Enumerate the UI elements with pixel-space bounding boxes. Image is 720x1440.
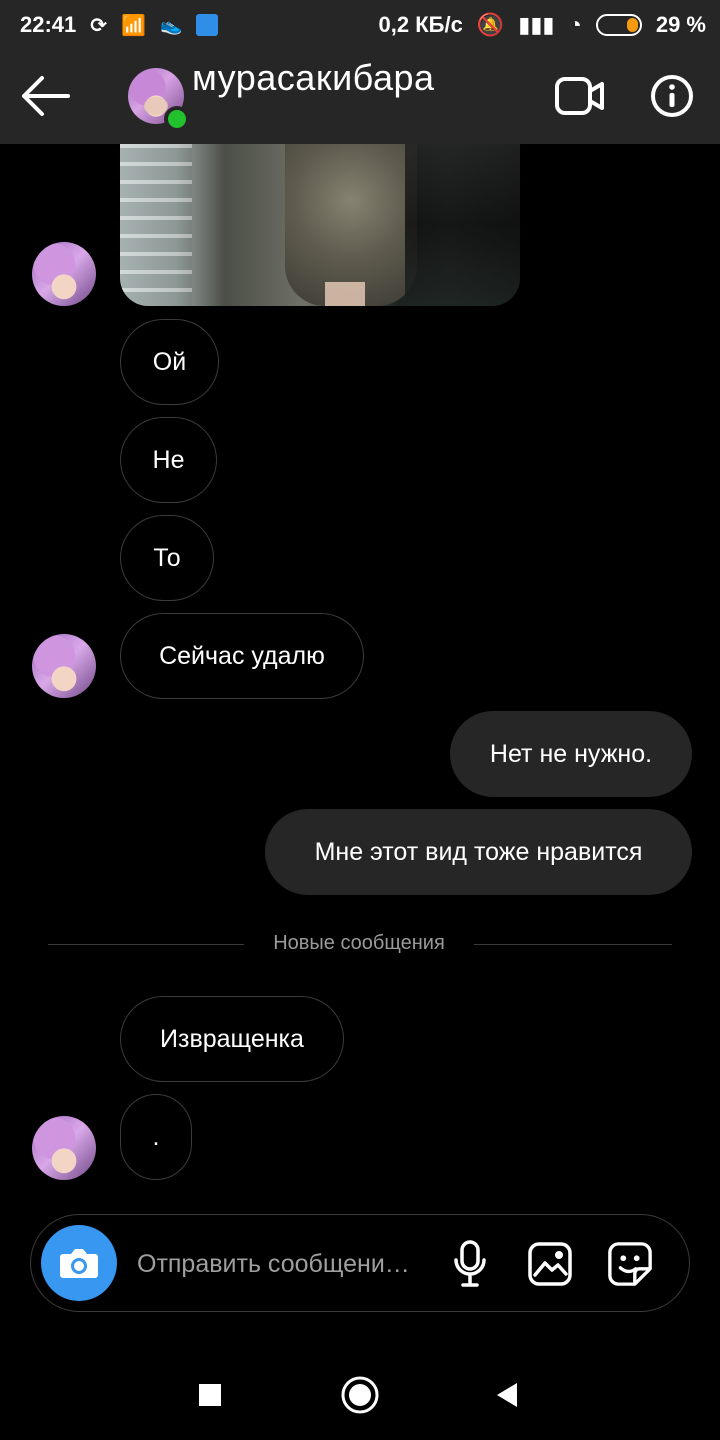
message-text: Ой	[152, 347, 187, 376]
circle-icon	[341, 1376, 379, 1414]
sticker-button[interactable]	[607, 1241, 653, 1287]
message-bubble[interactable]: Мне этот вид тоже нравится	[265, 809, 692, 895]
message-bubble[interactable]: Сейчас удалю	[120, 613, 364, 699]
photo-leg-detail	[325, 282, 365, 306]
shared-photo-message[interactable]	[120, 144, 520, 306]
message-text: Мне этот вид тоже нравится	[314, 837, 643, 866]
chat-username[interactable]: мурасакибара	[192, 57, 435, 99]
battery-percent: 29 %	[655, 12, 706, 37]
message-avatar[interactable]	[32, 1116, 96, 1180]
message-bubble[interactable]: То	[120, 515, 214, 601]
app-icon	[196, 14, 219, 36]
header-avatar[interactable]	[128, 68, 190, 132]
info-icon	[651, 75, 693, 117]
status-time: 22:41	[20, 12, 77, 37]
chat-header: мурасакибара	[0, 50, 720, 144]
microphone-icon	[454, 1240, 486, 1287]
video-camera-icon	[555, 77, 604, 115]
message-bubble[interactable]: .	[120, 1094, 192, 1180]
shoe-icon: 👟	[159, 14, 183, 35]
status-bar-right: 0,2 КБ/с 🔕 ▮▮▮ ◔ 29 %	[379, 12, 706, 38]
message-avatar[interactable]	[32, 242, 96, 306]
home-button[interactable]	[333, 1368, 387, 1422]
message-text: Нет не нужно.	[489, 739, 653, 768]
system-navigation-bar	[0, 1340, 720, 1440]
new-messages-divider-line-left	[48, 944, 244, 945]
back-button[interactable]	[20, 74, 74, 118]
battery-icon	[595, 14, 642, 36]
triangle-back-icon	[497, 1383, 517, 1407]
back-navigation-button[interactable]	[480, 1368, 534, 1422]
mute-bell-icon: 🔕	[476, 12, 505, 37]
voice-message-button[interactable]	[447, 1240, 493, 1287]
signal-bars-icon: ▮▮▮	[518, 12, 555, 37]
message-text: Не	[152, 445, 185, 474]
sync-icon: ⟳	[90, 14, 108, 37]
image-gallery-icon	[528, 1242, 572, 1286]
recent-apps-button[interactable]	[183, 1368, 237, 1422]
status-bar: 22:41 ⟳ 📶 👟 0,2 КБ/с 🔕 ▮▮▮ ◔ 29 %	[0, 0, 720, 50]
message-bubble[interactable]: Извращенка	[120, 996, 344, 1082]
new-messages-divider-line-right	[474, 944, 672, 945]
message-bubble[interactable]: Нет не нужно.	[450, 711, 692, 797]
message-text: Извращенка	[160, 1024, 304, 1053]
network-speed: 0,2 КБ/с	[378, 12, 463, 37]
camera-button[interactable]	[41, 1225, 117, 1301]
wifi-icon: ◔	[568, 12, 582, 37]
photo-right-window-detail	[405, 144, 520, 306]
message-text: То	[153, 543, 181, 572]
message-composer	[30, 1214, 690, 1312]
gallery-button[interactable]	[527, 1241, 573, 1287]
message-avatar[interactable]	[32, 634, 96, 698]
photo-window-detail	[120, 144, 192, 306]
back-arrow-icon	[22, 76, 70, 116]
new-messages-divider: Новые сообщения	[273, 932, 445, 954]
online-status-indicator	[164, 106, 190, 132]
message-text: Сейчас удалю	[159, 641, 325, 670]
video-call-button[interactable]	[555, 75, 605, 117]
status-bar-left: 22:41 ⟳ 📶 👟	[20, 12, 219, 38]
message-input[interactable]	[135, 1242, 431, 1286]
message-text: .	[152, 1122, 160, 1151]
camera-icon	[60, 1249, 98, 1278]
battery-fill	[626, 18, 638, 32]
square-icon	[199, 1384, 221, 1406]
sticker-icon	[608, 1242, 652, 1286]
conversation-info-button[interactable]	[650, 74, 694, 118]
message-bubble[interactable]: Не	[120, 417, 217, 503]
rss-icon: 📶	[121, 14, 146, 37]
message-bubble[interactable]: Ой	[120, 319, 219, 405]
